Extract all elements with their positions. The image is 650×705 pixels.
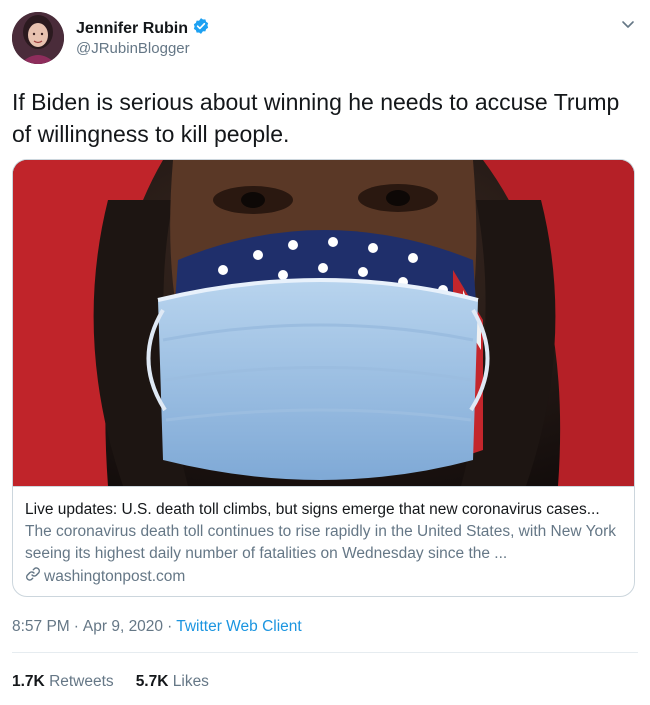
meta-separator: · — [167, 618, 173, 635]
tweet: Jennifer Rubin @JRubinBlogger If Biden i… — [0, 0, 650, 705]
divider — [12, 652, 638, 653]
card-description: The coronavirus death toll continues to … — [25, 523, 617, 562]
retweets-stat[interactable]: 1.7K Retweets — [12, 673, 114, 691]
tweet-client[interactable]: Twitter Web Client — [176, 618, 301, 636]
tweet-text: If Biden is serious about winning he nee… — [12, 89, 620, 147]
link-icon — [25, 566, 41, 587]
link-card[interactable]: Live updates: U.S. death toll climbs, bu… — [12, 159, 635, 597]
retweets-count: 1.7K — [12, 673, 45, 690]
likes-label: Likes — [172, 673, 209, 690]
tweet-stats: 1.7K Retweets 5.7K Likes — [12, 673, 209, 691]
chevron-down-icon[interactable] — [620, 16, 636, 32]
card-body[interactable]: Live updates: U.S. death toll climbs, bu… — [13, 486, 634, 596]
tweet-meta: 8:57 PM · Apr 9, 2020 · Twitter Web Clie… — [12, 618, 302, 636]
meta-separator: · — [73, 618, 79, 635]
card-image[interactable] — [13, 160, 634, 486]
likes-count: 5.7K — [135, 673, 169, 690]
author-name-row[interactable]: Jennifer Rubin — [76, 17, 210, 40]
retweets-label: Retweets — [49, 673, 114, 690]
card-title[interactable]: Live updates: U.S. death toll climbs, bu… — [25, 499, 623, 520]
author-handle[interactable]: @JRubinBlogger — [76, 40, 190, 57]
tweet-time[interactable]: 8:57 PM — [12, 618, 70, 636]
likes-stat[interactable]: 5.7K Likes — [136, 673, 209, 691]
card-domain: washingtonpost.com — [44, 567, 186, 585]
avatar[interactable] — [12, 12, 64, 64]
verified-badge-icon — [192, 17, 210, 40]
tweet-date[interactable]: Apr 9, 2020 — [83, 618, 163, 636]
author-name[interactable]: Jennifer Rubin — [76, 20, 188, 38]
card-link[interactable]: washingtonpost.com — [25, 566, 185, 587]
